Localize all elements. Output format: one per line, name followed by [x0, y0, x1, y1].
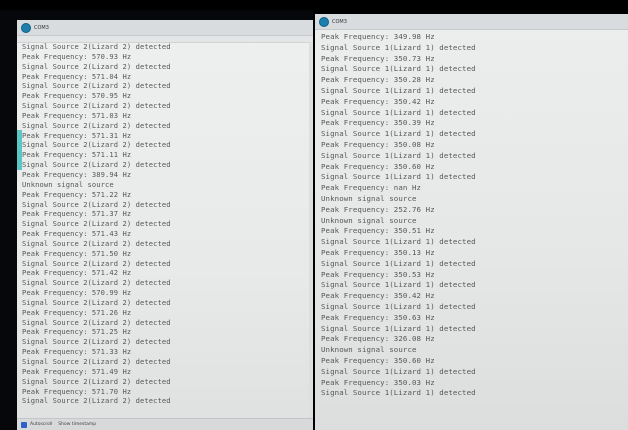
log-line: Peak Frequency: 350.39 Hz	[321, 118, 435, 128]
serial-output-log: Signal Source 2(Lizard 2) detected Peak F…	[22, 42, 309, 406]
log-line: Peak Frequency: 571.49 Hz	[22, 366, 132, 376]
log-line: Peak Frequency: 350.53 Hz	[321, 269, 435, 279]
log-line: Signal Source 2(Lizard 2) detected	[22, 376, 171, 386]
status-bar: Autoscroll Show timestamp	[17, 418, 313, 430]
log-line: Peak Frequency: 350.08 Hz	[321, 139, 435, 149]
log-line: Peak Frequency: 571.70 Hz	[22, 386, 132, 396]
log-line: Signal Source 1(Lizard 1) detected	[321, 42, 476, 52]
log-line: Signal Source 2(Lizard 2) detected	[22, 219, 171, 229]
log-line: Peak Frequency: 571.33 Hz	[22, 347, 132, 357]
log-line: Peak Frequency: 389.94 Hz	[22, 169, 132, 179]
log-line: Signal Source 1(Lizard 1) detected	[321, 366, 476, 376]
log-line: Peak Frequency: 571.31 Hz	[22, 130, 132, 140]
window-titlebar: COM3	[315, 14, 628, 30]
log-line: Peak Frequency: 350.51 Hz	[321, 226, 435, 236]
log-line: Peak Frequency: 570.95 Hz	[22, 91, 132, 101]
log-line: Signal Source 2(Lizard 2) detected	[22, 396, 171, 406]
log-line: Peak Frequency: 349.98 Hz	[321, 32, 435, 41]
log-line: Peak Frequency: 252.76 Hz	[321, 204, 435, 214]
log-line: Signal Source 1(Lizard 1) detected	[321, 107, 476, 117]
autoscroll-label: Autoscroll	[30, 422, 53, 427]
window-titlebar: COM3	[17, 20, 313, 36]
log-line: Signal Source 2(Lizard 2) detected	[22, 140, 171, 150]
arduino-app-icon	[319, 16, 329, 27]
log-line: Signal Source 2(Lizard 2) detected	[22, 238, 171, 248]
right-monitor-photo: COM3 Peak Frequency: 349.98 Hz Signal Sou…	[315, 14, 628, 430]
log-line: Signal Source 1(Lizard 1) detected	[321, 301, 476, 311]
log-line: Signal Source 2(Lizard 2) detected	[22, 42, 171, 51]
log-line: Peak Frequency: 350.42 Hz	[321, 96, 435, 106]
serial-output-log: Peak Frequency: 349.98 Hz Signal Source 1…	[321, 32, 624, 399]
log-line: Signal Source 1(Lizard 1) detected	[321, 64, 476, 74]
log-line: Signal Source 1(Lizard 1) detected	[321, 172, 476, 182]
log-line: Unknown signal source	[321, 345, 417, 355]
log-line: Signal Source 2(Lizard 2) detected	[22, 160, 171, 170]
log-line: Peak Frequency: 571.04 Hz	[22, 71, 132, 81]
log-line: Unknown signal source	[321, 215, 417, 225]
log-line: Signal Source 2(Lizard 2) detected	[22, 61, 171, 71]
log-line: Peak Frequency: 350.63 Hz	[321, 312, 435, 322]
log-line: Signal Source 2(Lizard 2) detected	[22, 297, 171, 307]
arduino-app-icon	[21, 22, 31, 33]
log-line: Unknown signal source	[22, 179, 114, 189]
log-line: Peak Frequency: 570.93 Hz	[22, 51, 132, 61]
log-line: Peak Frequency: 350.60 Hz	[321, 161, 435, 171]
log-line: Peak Frequency: 571.25 Hz	[22, 327, 132, 337]
log-line: Signal Source 1(Lizard 1) detected	[321, 237, 476, 247]
log-line: Peak Frequency: 571.43 Hz	[22, 229, 132, 239]
log-line: Signal Source 2(Lizard 2) detected	[22, 337, 171, 347]
log-line: Signal Source 1(Lizard 1) detected	[321, 258, 476, 268]
log-line: Signal Source 1(Lizard 1) detected	[321, 129, 476, 139]
log-line: Peak Frequency: 350.42 Hz	[321, 291, 435, 301]
log-line: Signal Source 2(Lizard 2) detected	[22, 357, 171, 366]
log-line: Peak Frequency: 571.11 Hz	[22, 150, 132, 160]
log-line: Signal Source 1(Lizard 1) detected	[321, 85, 476, 95]
log-line: Signal Source 2(Lizard 2) detected	[22, 278, 171, 288]
serial-monitor-window-left: COM3 Signal Source 2(Lizard 2) detected P…	[17, 20, 313, 430]
log-line: Signal Source 1(Lizard 1) detected	[321, 323, 476, 333]
log-line: Peak Frequency: 571.03 Hz	[22, 110, 132, 120]
window-title: COM3	[332, 18, 347, 25]
log-line: Peak Frequency: 350.03 Hz	[321, 377, 435, 387]
log-line: Peak Frequency: 571.26 Hz	[22, 307, 132, 317]
log-line: Peak Frequency: nan Hz	[321, 183, 422, 193]
log-line: Peak Frequency: 570.99 Hz	[22, 288, 132, 298]
log-line: Signal Source 2(Lizard 2) detected	[22, 199, 171, 209]
log-line: Peak Frequency: 350.60 Hz	[321, 355, 435, 365]
log-line: Signal Source 2(Lizard 2) detected	[22, 317, 171, 327]
log-line: Signal Source 1(Lizard 1) detected	[321, 280, 476, 290]
log-line: Signal Source 2(Lizard 2) detected	[22, 101, 171, 111]
log-line: Signal Source 1(Lizard 1) detected	[321, 388, 476, 398]
log-line: Signal Source 1(Lizard 1) detected	[321, 150, 476, 160]
log-line: Peak Frequency: 350.73 Hz	[321, 53, 435, 63]
log-line: Peak Frequency: 571.37 Hz	[22, 209, 132, 219]
vertical-scrollbar[interactable]	[309, 42, 313, 418]
log-line: Peak Frequency: 326.08 Hz	[321, 334, 435, 344]
log-line: Signal Source 2(Lizard 2) detected	[22, 81, 171, 91]
log-line: Peak Frequency: 350.28 Hz	[321, 75, 435, 85]
log-line: Peak Frequency: 571.50 Hz	[22, 248, 132, 258]
log-line: Signal Source 2(Lizard 2) detected	[22, 120, 171, 130]
left-monitor-photo: COM3 Signal Source 2(Lizard 2) detected P…	[0, 10, 313, 430]
autoscroll-checkbox[interactable]	[21, 421, 27, 428]
log-line: Peak Frequency: 571.42 Hz	[22, 268, 132, 278]
window-title: COM3	[34, 24, 49, 31]
log-line: Peak Frequency: 571.22 Hz	[22, 189, 132, 199]
show-timestamp-label[interactable]: Show timestamp	[58, 422, 96, 427]
log-line: Signal Source 2(Lizard 2) detected	[22, 258, 171, 268]
log-line: Peak Frequency: 350.13 Hz	[321, 247, 435, 257]
log-line: Unknown signal source	[321, 193, 417, 203]
